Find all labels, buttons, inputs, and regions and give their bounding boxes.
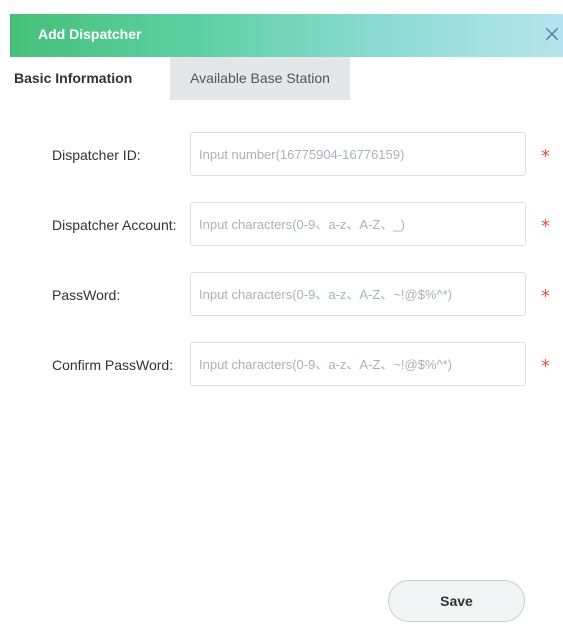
tab-available-base-station[interactable]: Available Base Station bbox=[170, 57, 350, 100]
dispatcher-id-input[interactable] bbox=[190, 132, 526, 176]
password-label: PassWord: bbox=[52, 287, 121, 303]
dialog-title-bar: Add Dispatcher × bbox=[10, 14, 563, 57]
field-row-confirm-password: Confirm PassWord: * bbox=[10, 342, 563, 388]
field-row-password: PassWord: * bbox=[10, 272, 563, 318]
field-row-dispatcher-account: Dispatcher Account: * bbox=[10, 202, 563, 248]
field-row-dispatcher-id: Dispatcher ID: * bbox=[10, 132, 563, 178]
required-asterisk: * bbox=[541, 356, 550, 377]
save-button[interactable]: Save bbox=[388, 580, 525, 622]
confirm-password-label: Confirm PassWord: bbox=[52, 357, 174, 373]
required-asterisk: * bbox=[541, 286, 550, 307]
close-icon[interactable]: × bbox=[541, 21, 563, 49]
dialog-title: Add Dispatcher bbox=[38, 26, 142, 42]
required-asterisk: * bbox=[541, 146, 550, 167]
password-input[interactable] bbox=[190, 272, 526, 316]
add-dispatcher-dialog: Add Dispatcher × Basic Information Avail… bbox=[10, 14, 563, 632]
dispatcher-account-label: Dispatcher Account: bbox=[52, 217, 177, 233]
dispatcher-id-label: Dispatcher ID: bbox=[52, 147, 141, 163]
tab-basic-information[interactable]: Basic Information bbox=[10, 57, 170, 100]
dispatcher-account-input[interactable] bbox=[190, 202, 526, 246]
basic-information-form: Dispatcher ID: * Dispatcher Account: * P… bbox=[10, 100, 563, 632]
tab-bar: Basic Information Available Base Station bbox=[10, 57, 563, 100]
required-asterisk: * bbox=[541, 216, 550, 237]
confirm-password-input[interactable] bbox=[190, 342, 526, 386]
